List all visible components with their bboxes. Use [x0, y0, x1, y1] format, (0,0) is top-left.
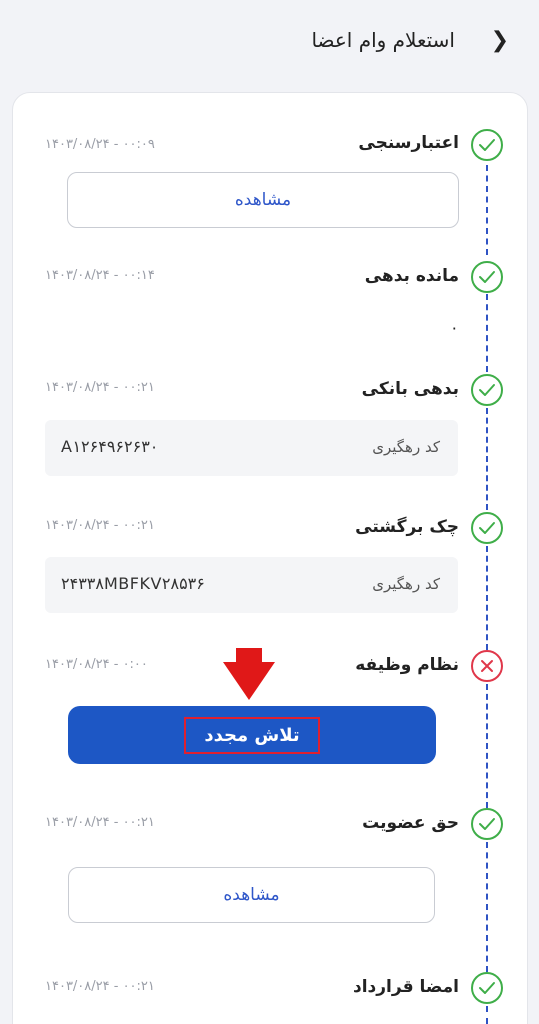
tracking-label: کد رهگیری [372, 438, 440, 456]
timeline-connector [486, 684, 488, 808]
app-header: استعلام وام اعضا ❯ [0, 0, 539, 83]
red-arrow-down-icon [223, 648, 275, 700]
step-date: ۱۴۰۳/۰۸/۲۴ - ۰۰:۲۱ [45, 518, 155, 533]
check-icon [471, 972, 503, 1004]
view-button[interactable]: مشاهده [68, 867, 435, 923]
debt-value: ۰ [450, 318, 459, 337]
tracking-code: ۲۴۳۳۸MBFKV۲۸۵۳۶ [61, 574, 205, 593]
timeline-connector [486, 546, 488, 650]
timeline-connector [486, 842, 488, 972]
view-button[interactable]: مشاهده [67, 172, 459, 228]
retry-button[interactable]: تلاش مجدد [68, 706, 436, 764]
chevron-right-icon[interactable]: ❯ [491, 28, 509, 53]
timeline-connector [486, 165, 488, 255]
check-icon [471, 808, 503, 840]
check-icon [471, 261, 503, 293]
page-title: استعلام وام اعضا [311, 28, 455, 52]
tracking-box: کد رهگیری ۲۴۳۳۸MBFKV۲۸۵۳۶ [45, 557, 458, 613]
check-icon [471, 129, 503, 161]
error-x-icon [471, 650, 503, 682]
step-title-military-service: نظام وظیفه [355, 655, 459, 675]
step-date: ۱۴۰۳/۰۸/۲۴ - ۰۰:۲۱ [45, 815, 155, 830]
tracking-box: کد رهگیری A۱۲۶۴۹۶۲۶۳۰ [45, 420, 458, 476]
step-date: ۱۴۰۳/۰۸/۲۴ - ۰:۰۰ [45, 657, 148, 672]
timeline-connector [486, 408, 488, 510]
step-date: ۱۴۰۳/۰۸/۲۴ - ۰۰:۰۹ [45, 137, 155, 152]
step-title-membership-fee: حق عضویت [362, 813, 459, 833]
timeline-connector [486, 1006, 488, 1024]
step-date: ۱۴۰۳/۰۸/۲۴ - ۰۰:۲۱ [45, 979, 155, 994]
tracking-code: A۱۲۶۴۹۶۲۶۳۰ [61, 437, 159, 456]
retry-button-label: تلاش مجدد [184, 716, 320, 754]
step-title-contract-signing: امضا قرارداد [352, 977, 459, 997]
step-title-remaining-debt: مانده بدهی [364, 266, 459, 286]
step-title-bounced-check: چک برگشتی [355, 517, 459, 537]
check-icon [471, 374, 503, 406]
timeline-connector [486, 294, 488, 372]
step-title-bank-debt: بدهی بانکی [361, 379, 459, 399]
tracking-label: کد رهگیری [372, 575, 440, 593]
step-date: ۱۴۰۳/۰۸/۲۴ - ۰۰:۲۱ [45, 380, 155, 395]
step-title-credit: اعتبارسنجی [358, 133, 459, 153]
check-icon [471, 512, 503, 544]
step-date: ۱۴۰۳/۰۸/۲۴ - ۰۰:۱۴ [45, 268, 155, 283]
